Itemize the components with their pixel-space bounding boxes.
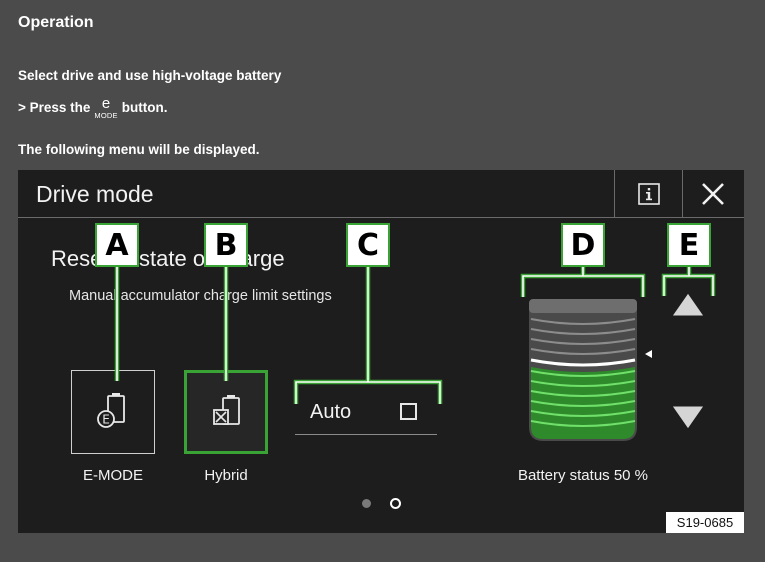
callout-d: D — [561, 223, 605, 267]
callout-leader-lines — [114, 266, 716, 404]
callout-b: B — [204, 223, 248, 267]
callout-a: A — [95, 223, 139, 267]
callout-e: E — [667, 223, 711, 267]
callout-c: C — [346, 223, 390, 267]
figure-code: S19-0685 — [666, 512, 744, 533]
